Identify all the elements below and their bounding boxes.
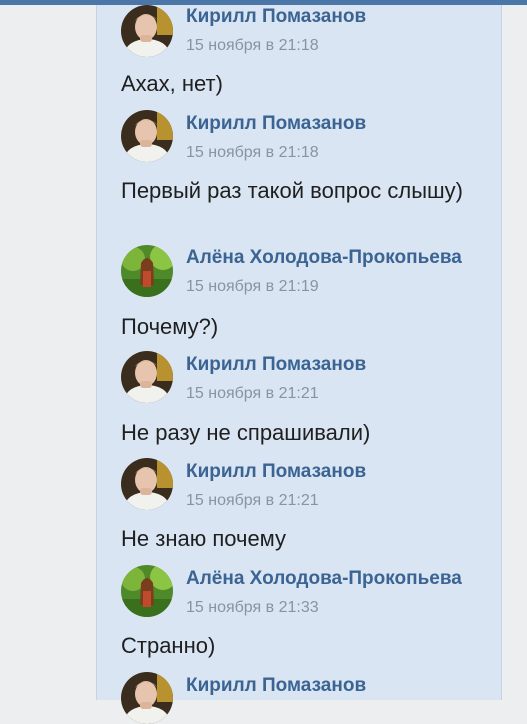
message-text: Не разу не спрашивали) — [121, 420, 371, 445]
author-name[interactable]: Алёна Холодова-Прокопьева — [186, 568, 462, 590]
right-gutter — [502, 5, 527, 700]
avatar[interactable] — [121, 245, 173, 297]
author-name[interactable]: Алёна Холодова-Прокопьева — [186, 247, 462, 269]
message-text: Первый раз такой вопрос слышу) — [121, 178, 463, 203]
message-timestamp[interactable]: 15 ноября в 21:21 — [186, 385, 319, 403]
message-text: Странно) — [121, 633, 216, 658]
message-text: Почему?) — [121, 314, 219, 339]
boy-photo-icon — [121, 110, 173, 162]
author-name[interactable]: Кирилл Помазанов — [186, 6, 366, 28]
forest-girl-photo-icon — [121, 245, 173, 297]
boy-photo-icon — [121, 672, 173, 724]
message-timestamp[interactable]: 15 ноября в 21:33 — [186, 599, 319, 617]
avatar[interactable] — [121, 351, 173, 403]
message-timestamp[interactable]: 15 ноября в 21:18 — [186, 37, 319, 55]
author-name[interactable]: Кирилл Помазанов — [186, 461, 366, 483]
avatar[interactable] — [121, 458, 173, 510]
avatar[interactable] — [121, 565, 173, 617]
avatar[interactable] — [121, 672, 173, 724]
author-name[interactable]: Кирилл Помазанов — [186, 675, 366, 697]
message-timestamp[interactable]: 15 ноября в 21:21 — [186, 492, 319, 510]
message-text: Не знаю почему — [121, 526, 287, 551]
message-text: Ахах, нет) — [121, 71, 223, 96]
boy-photo-icon — [121, 5, 173, 57]
boy-photo-icon — [121, 351, 173, 403]
avatar[interactable] — [121, 110, 173, 162]
left-gutter — [0, 5, 96, 700]
author-name[interactable]: Кирилл Помазанов — [186, 354, 366, 376]
message-timestamp[interactable]: 15 ноября в 21:19 — [186, 278, 319, 296]
message-thread[interactable]: Кирилл Помазанов 15 ноября в 21:18 Ахах,… — [96, 5, 502, 724]
avatar[interactable] — [121, 5, 173, 57]
boy-photo-icon — [121, 458, 173, 510]
forest-girl-photo-icon — [121, 565, 173, 617]
message-timestamp[interactable]: 15 ноября в 21:18 — [186, 144, 319, 162]
author-name[interactable]: Кирилл Помазанов — [186, 113, 366, 135]
